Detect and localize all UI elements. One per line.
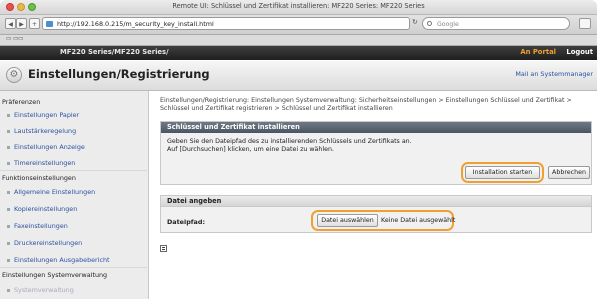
instructions: Geben Sie den Dateipfad des zu installie… (167, 138, 412, 154)
site-icon (46, 21, 53, 27)
choose-file-button[interactable]: Datei auswählen (317, 214, 378, 227)
file-panel: Datei angeben Dateipfad: Datei auswählen… (160, 195, 592, 233)
breadcrumb: Einstellungen/Registrierung: Einstellung… (160, 97, 572, 112)
device-header: MF220 Series/MF220 Series/ An Portal Log… (0, 46, 597, 60)
add-tab-button[interactable]: + (29, 18, 40, 29)
sidebar-item-report[interactable]: Einstellungen Ausgabebericht (7, 256, 110, 264)
reload-icon[interactable]: ↻ (412, 18, 418, 26)
instruction-line-1: Geben Sie den Dateipfad des zu installie… (167, 138, 412, 145)
start-installation-button[interactable]: Installation starten (465, 166, 540, 179)
sidebar-item-fax[interactable]: Faxeinstellungen (7, 222, 68, 230)
bookmarks-bar: ▭ ▭▭ (0, 35, 597, 46)
sidebar-item-volume[interactable]: Lautstärkeregelung (7, 127, 76, 135)
sidebar: Präferenzen Einstellungen Papier Lautstä… (0, 91, 149, 299)
sidebar-item-timer[interactable]: Timereinstellungen (7, 159, 75, 167)
page-title: Einstellungen/Registrierung (28, 67, 210, 81)
instruction-line-2: Auf [Durchsuchen] klicken, um eine Datei… (167, 146, 334, 153)
divider (0, 170, 147, 171)
logout-link[interactable]: Logout (566, 48, 593, 56)
sidebar-item-copy[interactable]: Kopiereinstellungen (7, 205, 77, 213)
sidebar-item-display[interactable]: Einstellungen Anzeige (7, 143, 85, 151)
list-icon[interactable] (160, 245, 167, 252)
search-placeholder: Google (437, 21, 459, 28)
sidebar-item-system-management[interactable]: Systemverwaltung (7, 286, 74, 294)
browser-toolbar: ◀ ▶ + http://192.168.0.215/m_security_ke… (0, 15, 597, 35)
main-content: Einstellungen/Registrierung: Einstellung… (160, 91, 597, 299)
device-model: MF220 Series/MF220 Series/ (60, 48, 169, 56)
sidebar-item-printer[interactable]: Druckereinstellungen (7, 239, 82, 247)
mail-system-manager-link[interactable]: Mail an Systemmanager (515, 70, 593, 78)
page-header: ⚙ Einstellungen/Registrierung Mail an Sy… (0, 61, 597, 91)
bookmarks-icon[interactable]: ▭ ▭▭ (6, 36, 23, 42)
window-title: Remote UI: Schlüssel und Zertifikat inst… (172, 2, 425, 10)
forward-arrow-icon[interactable]: ▶ (16, 18, 27, 29)
install-panel-title: Schlüssel und Zertifikat installieren (161, 122, 591, 133)
divider (0, 267, 147, 268)
browser-window: Remote UI: Schlüssel und Zertifikat inst… (0, 0, 597, 299)
install-panel: Schlüssel und Zertifikat installieren Ge… (160, 121, 592, 185)
sidebar-item-paper[interactable]: Einstellungen Papier (7, 111, 79, 119)
search-input[interactable]: Google (422, 17, 570, 30)
reader-icon[interactable] (579, 18, 591, 29)
no-file-text: Keine Datei ausgewählt (381, 217, 456, 224)
header-links: An Portal Logout (512, 48, 593, 56)
sidebar-section-system[interactable]: Einstellungen Systemverwaltung (2, 271, 107, 279)
sidebar-section-preferences[interactable]: Präferenzen (2, 98, 40, 106)
cancel-button[interactable]: Abbrechen (548, 166, 590, 179)
back-arrow-icon[interactable]: ◀ (5, 18, 16, 29)
file-path-label: Dateipfad: (167, 218, 205, 226)
address-bar[interactable]: http://192.168.0.215/m_security_key_inst… (42, 17, 410, 30)
address-text: http://192.168.0.215/m_security_key_inst… (57, 20, 214, 28)
title-bar: Remote UI: Schlüssel und Zertifikat inst… (0, 0, 597, 15)
settings-gear-icon: ⚙ (6, 67, 22, 83)
file-panel-title: Datei angeben (161, 196, 591, 207)
search-icon (427, 21, 432, 26)
sidebar-section-function[interactable]: Funktionseinstellungen (2, 174, 76, 182)
portal-link[interactable]: An Portal (520, 48, 556, 56)
sidebar-item-general[interactable]: Allgemeine Einstellungen (7, 188, 95, 196)
